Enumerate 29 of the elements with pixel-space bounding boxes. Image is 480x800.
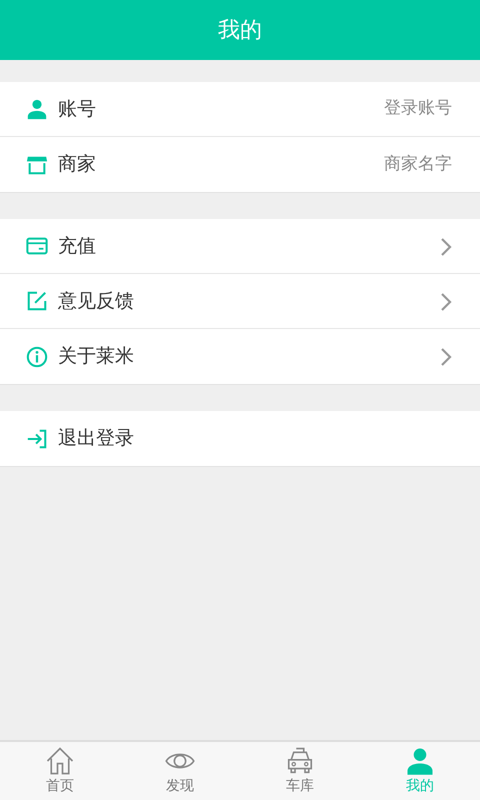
card-icon [26, 235, 48, 257]
person-icon [405, 746, 435, 776]
item-value: 登录账号 [384, 97, 452, 120]
menu-item[interactable]: 关于莱米 [0, 329, 480, 384]
item-label: 意见反馈 [58, 288, 134, 314]
menu-item[interactable]: 意见反馈 [0, 274, 480, 329]
page-title: 我的 [218, 16, 262, 44]
logout-icon [26, 428, 48, 450]
info-icon [26, 346, 48, 368]
edit-icon [26, 290, 48, 312]
menu-item[interactable]: 退出登录 [0, 411, 480, 466]
item-label: 商家 [58, 152, 96, 178]
menu-item[interactable]: 商家 商家名字 [0, 137, 480, 192]
item-label: 退出登录 [58, 426, 134, 452]
item-label: 账号 [58, 96, 96, 122]
item-value: 商家名字 [384, 152, 452, 176]
menu-item[interactable]: 账号 登录账号 [0, 82, 480, 137]
menu-item[interactable]: 充值 [0, 219, 480, 274]
tab[interactable]: 首页 [0, 742, 120, 800]
chevron-icon [440, 292, 452, 312]
chevron-icon [440, 347, 452, 368]
home-icon [45, 746, 75, 776]
tab[interactable]: 发现 [120, 742, 240, 800]
chevron-icon [440, 236, 452, 257]
car-icon [285, 746, 315, 776]
person-icon [26, 98, 48, 120]
item-label: 关于莱米 [58, 344, 134, 370]
item-label: 充值 [58, 234, 96, 259]
tab[interactable]: 车库 [240, 742, 360, 800]
